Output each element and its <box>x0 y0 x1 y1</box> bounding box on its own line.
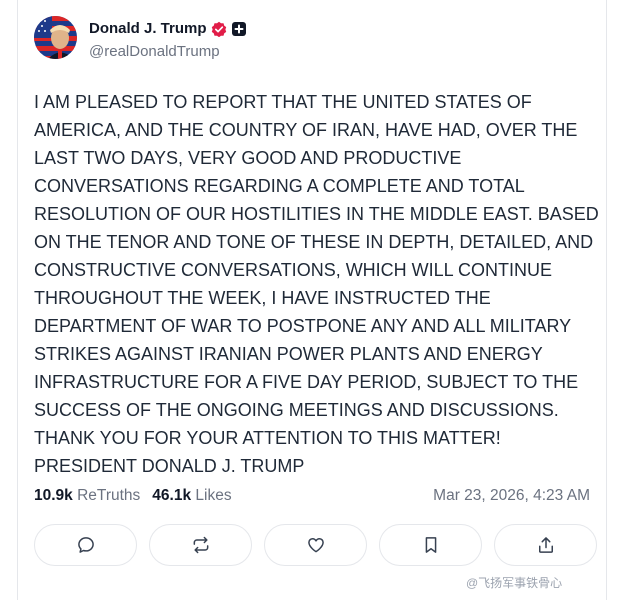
plus-badge-icon <box>231 21 247 37</box>
avatar[interactable] <box>34 16 77 59</box>
post-stats: 10.9k ReTruths 46.1k Likes Mar 23, 2026,… <box>34 487 590 505</box>
post-body-text: I AM PLEASED TO REPORT THAT THE UNITED S… <box>34 92 599 476</box>
comment-icon <box>77 537 94 553</box>
retruths-label: ReTruths <box>77 487 141 504</box>
likes-stat[interactable]: 46.1k Likes <box>152 487 231 505</box>
avatar-flag-portrait-icon <box>34 16 77 59</box>
post-actions-bar <box>34 524 597 566</box>
retruths-stat[interactable]: 10.9k ReTruths <box>34 487 140 505</box>
retruths-count: 10.9k <box>34 487 73 504</box>
share-button[interactable] <box>494 524 597 566</box>
bookmark-button[interactable] <box>379 524 482 566</box>
share-icon <box>538 537 553 553</box>
bookmark-icon <box>425 537 436 553</box>
author-name-row: Donald J. Trump <box>89 20 247 37</box>
watermark-text: @飞扬军事铁骨心 <box>466 576 563 590</box>
author-display-name[interactable]: Donald J. Trump <box>89 20 207 37</box>
reply-button[interactable] <box>34 524 137 566</box>
author-handle[interactable]: @realDonaldTrump <box>89 43 220 60</box>
likes-count: 46.1k <box>152 487 192 504</box>
heart-icon <box>307 538 324 553</box>
likes-label: Likes <box>195 487 232 504</box>
post-timestamp[interactable]: Mar 23, 2026, 4:23 AM <box>433 487 590 505</box>
like-button[interactable] <box>264 524 367 566</box>
retruth-icon <box>193 536 208 554</box>
verified-badge-icon <box>211 21 227 37</box>
retruth-button[interactable] <box>149 524 252 566</box>
watermark: @飞扬军事铁骨心 <box>466 574 562 591</box>
post-card: Donald J. Trump @realDonaldTrump I AM PL… <box>17 0 607 600</box>
